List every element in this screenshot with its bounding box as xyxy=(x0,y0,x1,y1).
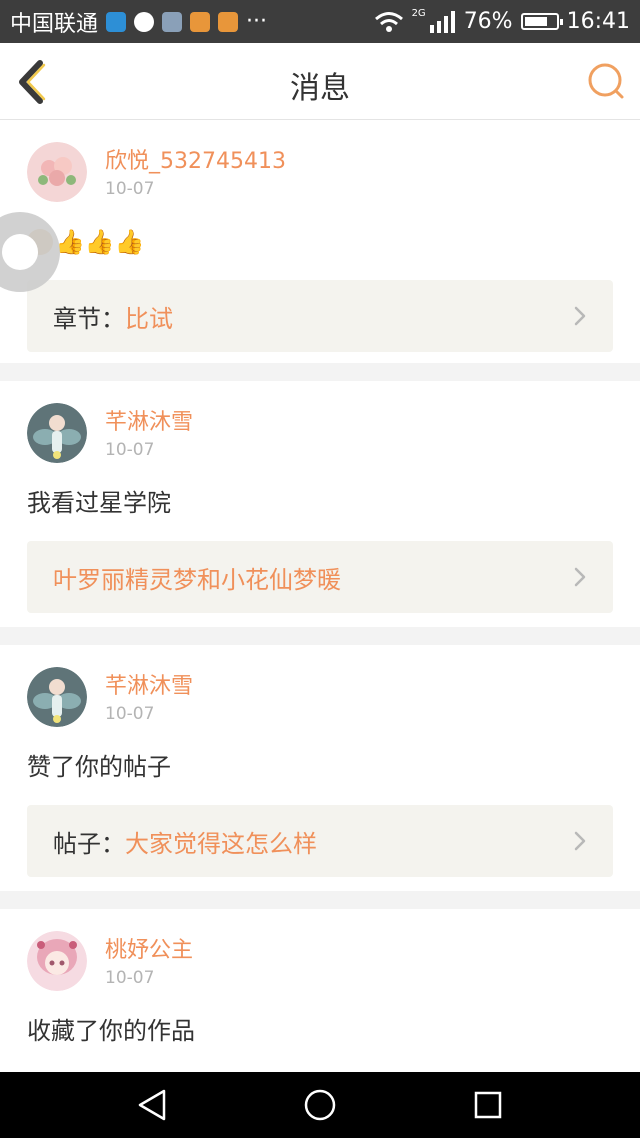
message-date: 10-07 xyxy=(105,179,155,199)
reference-link[interactable]: 帖子： 大家觉得这怎么样 xyxy=(27,805,613,877)
reference-value: 叶罗丽精灵梦和小花仙梦暖 xyxy=(53,565,341,594)
avatar[interactable] xyxy=(27,667,87,727)
reference-key: 章节： xyxy=(53,304,125,333)
username[interactable]: 桃妤公主 xyxy=(105,938,193,964)
divider xyxy=(0,363,640,381)
flower-avatar-image xyxy=(27,142,87,202)
avatar[interactable] xyxy=(27,403,87,463)
chevron-right-icon xyxy=(574,831,586,851)
carrier-label: 中国联通 xyxy=(10,11,99,37)
message-text: 我看过星学院 xyxy=(27,489,171,517)
reference-value: 大家觉得这怎么样 xyxy=(125,829,317,858)
fairy-avatar-image xyxy=(27,403,87,463)
reference-value: 比试 xyxy=(125,304,173,333)
page-title: 消息 xyxy=(290,71,350,106)
clock: 16:41 xyxy=(566,9,630,34)
message-text: 👍👍👍 xyxy=(27,224,613,260)
chevron-right-icon xyxy=(574,306,586,326)
battery-icon xyxy=(520,13,563,30)
message-list: 欣悦_532745413 10-07 👍👍👍 章节： 比试 芊淋沐雪 10-07… xyxy=(0,120,640,1109)
thumbs-up-emoji: 👍👍👍 xyxy=(55,228,145,256)
message-text: 收藏了你的作品 xyxy=(27,1017,195,1045)
message-date: 10-07 xyxy=(105,704,155,724)
app-icon xyxy=(218,11,239,32)
app-header: 消息 xyxy=(0,43,640,120)
divider xyxy=(0,627,640,645)
message-text: 赞了你的帖子 xyxy=(27,753,171,781)
princess-avatar-image xyxy=(27,931,87,991)
square-recents-icon[interactable] xyxy=(468,1085,508,1125)
reference-key: 帖子： xyxy=(53,829,125,858)
qq-icon xyxy=(134,11,155,32)
navigation-bar xyxy=(0,1072,640,1138)
status-bar: 中国联通 ··· 2G 76% 16:41 xyxy=(0,0,640,43)
battery-nub xyxy=(559,19,563,25)
floating-assistive-ball[interactable] xyxy=(0,202,62,302)
gallery-icon xyxy=(162,11,183,32)
reference-link[interactable]: 叶罗丽精灵梦和小花仙梦暖 xyxy=(27,541,613,613)
app-icon xyxy=(190,11,211,32)
fairy-avatar-image xyxy=(27,667,87,727)
circle-home-icon[interactable] xyxy=(300,1085,340,1125)
chevron-right-icon xyxy=(574,567,586,587)
message-date: 10-07 xyxy=(105,440,155,460)
list-item[interactable]: 芊淋沐雪 10-07 我看过星学院 叶罗丽精灵梦和小花仙梦暖 xyxy=(0,381,640,627)
username[interactable]: 芊淋沐雪 xyxy=(105,674,193,700)
message-date: 10-07 xyxy=(105,968,155,988)
app-notification-icon xyxy=(106,11,127,32)
battery-percent: 76% xyxy=(463,9,513,34)
avatar[interactable] xyxy=(27,142,87,202)
signal-icon xyxy=(429,10,455,33)
list-item[interactable]: 欣悦_532745413 10-07 👍👍👍 章节： 比试 xyxy=(0,120,640,363)
username[interactable]: 芊淋沐雪 xyxy=(105,410,193,436)
username[interactable]: 欣悦_532745413 xyxy=(105,149,286,175)
triangle-back-icon[interactable] xyxy=(132,1085,172,1125)
battery-fill xyxy=(524,17,548,26)
wifi-icon xyxy=(374,11,403,32)
network-type: 2G xyxy=(411,8,426,19)
avatar[interactable] xyxy=(27,931,87,991)
search-icon[interactable] xyxy=(586,61,626,101)
divider xyxy=(0,891,640,909)
more-notifications-icon: ··· xyxy=(246,9,267,34)
list-item[interactable]: 芊淋沐雪 10-07 赞了你的帖子 帖子： 大家觉得这怎么样 xyxy=(0,645,640,891)
reference-link[interactable]: 章节： 比试 xyxy=(27,280,613,352)
